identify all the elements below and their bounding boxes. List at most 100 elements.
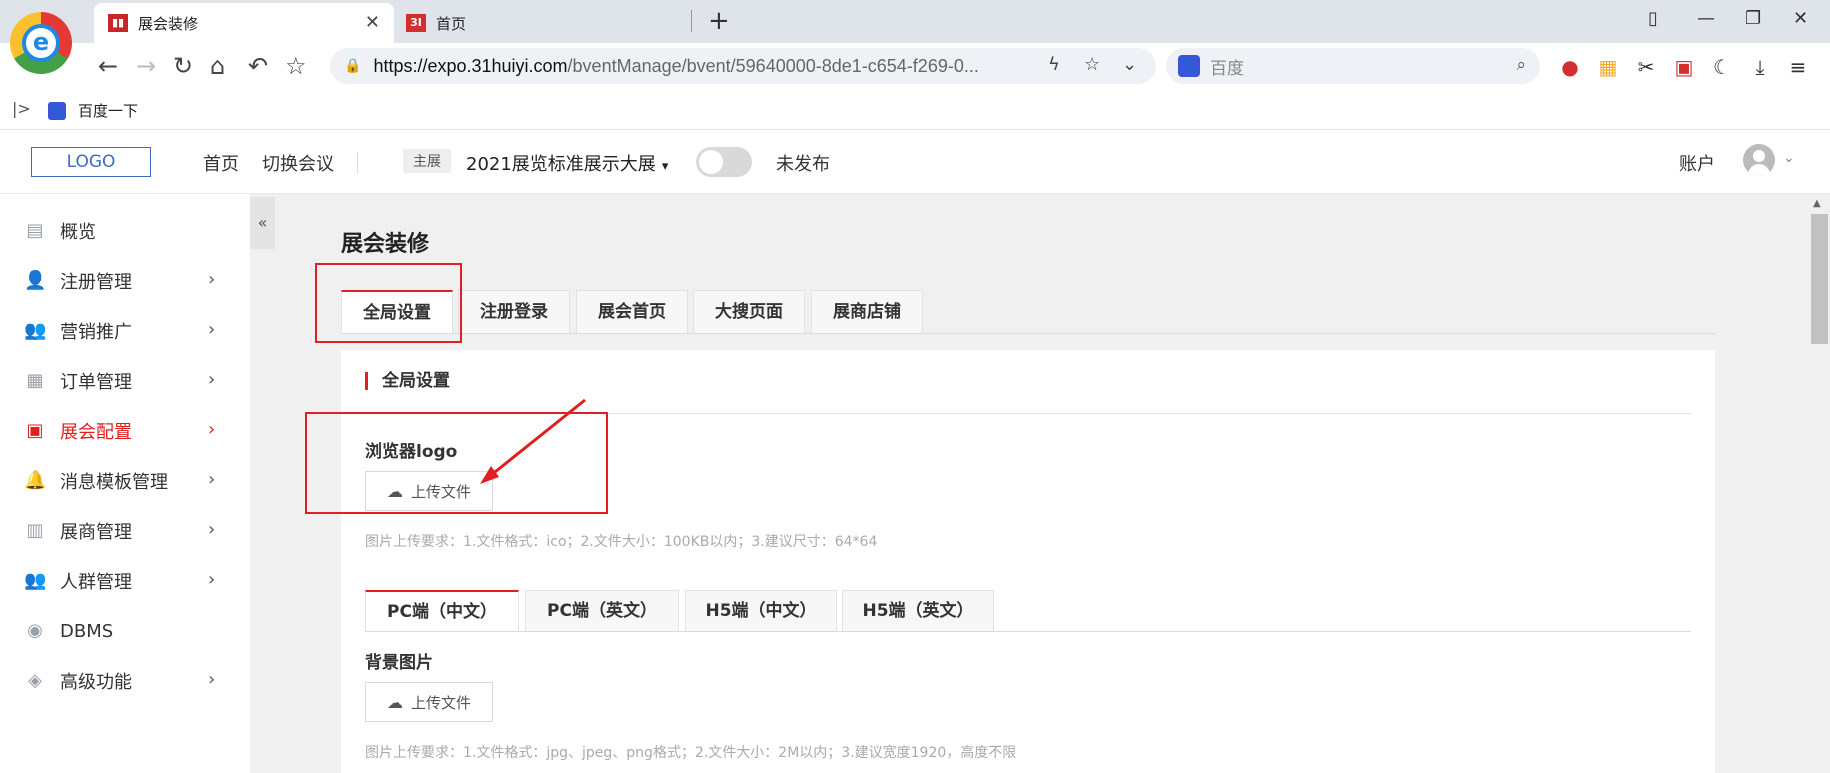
people-icon: 👥 (24, 570, 47, 591)
sidebar-item-event-config[interactable]: ▣ 展会配置 › (0, 406, 250, 456)
sidebar-item-overview[interactable]: ▤ 概览 (0, 206, 250, 256)
publish-toggle[interactable] (696, 147, 752, 177)
bell-icon: 🔔 (24, 470, 47, 491)
chevron-right-icon: › (208, 269, 216, 290)
nav-switch-event-link[interactable]: 切换会议 (262, 150, 334, 176)
sidebar-item-label: 订单管理 (60, 372, 132, 393)
url-dropdown-icon[interactable]: ⌄ (1122, 54, 1137, 75)
browser-logo-icon[interactable]: e (10, 12, 72, 74)
app-header: LOGO 首页 切换会议 主展 2021展览标准展示大展 ▾ 未发布 账户 ⌄ (0, 130, 1830, 194)
minimize-icon[interactable]: — (1697, 8, 1715, 29)
chevron-right-icon: › (208, 469, 216, 490)
account-link[interactable]: 账户 (1679, 150, 1715, 176)
url-text[interactable]: https://expo.31huiyi.com/bventManage/bve… (373, 56, 1073, 77)
sidebar-item-label: 营销推广 (60, 322, 132, 343)
restore-icon[interactable]: ❐ (1745, 8, 1761, 29)
search-input[interactable]: 🐾 百度 ⌕ (1166, 48, 1540, 84)
cloud-upload-icon: ☁ (386, 692, 403, 712)
search-icon[interactable]: ⌕ (1516, 55, 1526, 75)
subtab-pc-cn[interactable]: PC端（中文） (365, 590, 519, 632)
address-bar[interactable]: 🔒 https://expo.31huiyi.com/bventManage/b… (330, 48, 1156, 84)
bookmark-bar: |> 🐾 百度一下 (0, 89, 1830, 130)
app-logo[interactable]: LOGO (31, 147, 151, 177)
browser-logo-letter: e (22, 24, 60, 62)
background-image-hint: 图片上传要求：1.文件格式：jpg、jpeg、png格式；2.文件大小：2M以内… (365, 745, 1017, 761)
subtab-h5-cn[interactable]: H5端（中文） (685, 590, 837, 632)
sidebar-item-message-templates[interactable]: 🔔 消息模板管理 › (0, 456, 250, 506)
reload-icon[interactable]: ↻ (173, 52, 193, 80)
back-icon[interactable]: ← (98, 52, 118, 80)
nav-home-link[interactable]: 首页 (203, 150, 239, 176)
sidebar-item-label: 展商管理 (60, 522, 132, 543)
download-icon[interactable]: ⤓ (1748, 55, 1772, 79)
sidebar-item-advanced[interactable]: ◈ 高级功能 › (0, 656, 250, 706)
order-icon: ▦ (26, 370, 44, 391)
bookmark-star-icon[interactable]: ☆ (1084, 54, 1100, 75)
sidebar-item-label: 人群管理 (60, 572, 132, 593)
forward-icon[interactable]: → (136, 52, 156, 80)
sidebar-toggle-icon[interactable]: |> (12, 99, 31, 118)
sidebar-item-dbms[interactable]: ◉ DBMS (0, 606, 250, 656)
sidebar-item-registration[interactable]: 👤 注册管理 › (0, 256, 250, 306)
background-image-label: 背景图片 (365, 653, 433, 673)
baidu-paw-icon: 🐾 (1178, 55, 1200, 77)
subtab-pc-en[interactable]: PC端（英文） (525, 590, 679, 632)
scrollbar-thumb[interactable] (1811, 214, 1828, 344)
sidebar-item-exhibitors[interactable]: ▥ 展商管理 › (0, 506, 250, 556)
chevron-down-icon[interactable]: ⌄ (1783, 150, 1795, 166)
home-icon[interactable]: ⌂ (210, 52, 225, 80)
lightning-icon[interactable]: ϟ (1048, 54, 1060, 75)
browser-tab-home[interactable]: 3I 首页 (400, 3, 690, 43)
browser-toolbar: ← → ↻ ⌂ ↶ ☆ 🔒 https://expo.31huiyi.com/b… (0, 43, 1830, 89)
menu-icon[interactable]: ≡ (1786, 55, 1810, 79)
tag-icon: ◈ (28, 670, 42, 691)
chevron-right-icon: › (208, 519, 216, 540)
sidebar-item-marketing[interactable]: 👥 营销推广 › (0, 306, 250, 356)
subtabs-divider (365, 631, 1691, 632)
sidebar-item-orders[interactable]: ▦ 订单管理 › (0, 356, 250, 406)
sidebar-collapse-button[interactable]: « (250, 197, 275, 249)
tab-event-home[interactable]: 展会首页 (576, 290, 688, 333)
undo-close-icon[interactable]: ↶ (248, 52, 268, 80)
tab-divider (691, 10, 692, 32)
close-icon[interactable]: ✕ (365, 12, 380, 33)
apps-grid-icon[interactable]: ▦ (1596, 55, 1620, 79)
store-icon: ▥ (26, 520, 44, 541)
window-close-icon[interactable]: ✕ (1793, 8, 1808, 29)
pdf-icon[interactable]: ▣ (1672, 55, 1696, 79)
dashboard-icon: ▤ (26, 220, 44, 241)
avatar[interactable] (1743, 144, 1775, 176)
tab-registration-login[interactable]: 注册登录 (458, 290, 570, 333)
tab-exhibitor-store[interactable]: 展商店铺 (811, 290, 923, 333)
sidebar-item-label: 高级功能 (60, 672, 132, 693)
sidebar-item-label: 注册管理 (60, 272, 132, 293)
sidebar-item-audience[interactable]: 👥 人群管理 › (0, 556, 250, 606)
page-title: 展会装修 (341, 232, 430, 257)
bookmark-baidu[interactable]: 🐾 百度一下 (48, 100, 138, 121)
moon-icon[interactable]: ☾ (1710, 55, 1734, 79)
sidebar-item-label: DBMS (60, 620, 114, 642)
section-title: 全局设置 (365, 372, 450, 390)
chevron-right-icon: › (208, 369, 216, 390)
tab-search-page[interactable]: 大搜页面 (693, 290, 805, 333)
new-tab-button[interactable]: + (708, 6, 730, 36)
publish-status: 未发布 (776, 154, 830, 175)
lock-icon: 🔒 (344, 58, 362, 74)
browser-logo-hint: 图片上传要求：1.文件格式：ico；2.文件大小：100KB以内；3.建议尺寸：… (365, 534, 878, 550)
31-logo-icon: 3I (406, 14, 426, 32)
game-controller-icon[interactable]: ● (1558, 55, 1582, 79)
annotation-box-tab (315, 263, 462, 343)
favorite-star-icon[interactable]: ☆ (285, 52, 307, 80)
background-upload-button[interactable]: ☁ 上传文件 (365, 682, 493, 722)
subtab-h5-en[interactable]: H5端（英文） (842, 590, 994, 632)
tab-list-icon[interactable]: ▯ (1648, 8, 1658, 29)
chevron-right-icon: › (208, 669, 216, 690)
event-selector[interactable]: 2021展览标准展示大展 ▾ (466, 150, 668, 176)
chart-icon: ▮▮ (108, 14, 128, 32)
scissors-icon[interactable]: ✂ (1634, 55, 1658, 79)
browser-tab-active[interactable]: ▮▮ 展会装修 ✕ (94, 3, 394, 43)
group-icon: 👥 (24, 320, 47, 341)
sidebar-item-label: 概览 (60, 222, 96, 243)
sidebar-item-label: 展会配置 (60, 422, 132, 443)
scroll-up-arrow-icon[interactable]: ▲ (1813, 198, 1821, 209)
